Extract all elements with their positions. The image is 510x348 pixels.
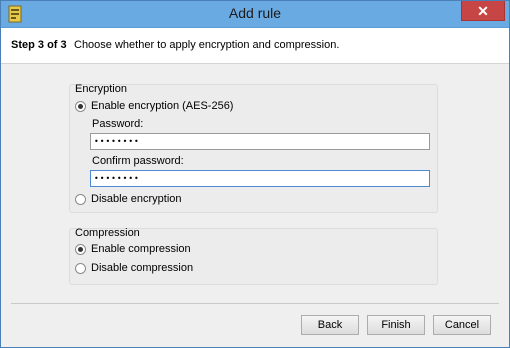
confirm-password-label: Confirm password: bbox=[92, 155, 184, 167]
enable-compression-radio[interactable] bbox=[75, 243, 86, 255]
enable-encryption-radio-row[interactable]: Enable encryption (AES-256) bbox=[75, 99, 233, 113]
add-rule-dialog: Add rule ✕ Step 3 of 3 Choose whether to… bbox=[0, 0, 510, 348]
enable-compression-radio-row[interactable]: Enable compression bbox=[75, 242, 191, 256]
window-title: Add rule bbox=[228, 5, 282, 21]
disable-encryption-label: Disable encryption bbox=[91, 193, 182, 205]
wizard-header: Step 3 of 3 Choose whether to apply encr… bbox=[1, 28, 509, 63]
header-divider bbox=[1, 63, 509, 64]
title-bar[interactable]: Add rule ✕ bbox=[1, 1, 509, 28]
enable-compression-label: Enable compression bbox=[91, 243, 191, 255]
step-description: Choose whether to apply encryption and c… bbox=[74, 39, 340, 51]
close-icon: ✕ bbox=[477, 3, 489, 19]
compression-group-title: Compression bbox=[75, 227, 140, 239]
back-button[interactable]: Back bbox=[301, 315, 359, 335]
disable-compression-radio-row[interactable]: Disable compression bbox=[75, 261, 193, 275]
confirm-password-field[interactable]: •••••••• bbox=[90, 170, 430, 187]
disable-encryption-radio-row[interactable]: Disable encryption bbox=[75, 192, 182, 206]
encryption-group: Encryption Enable encryption (AES-256) P… bbox=[69, 83, 438, 213]
finish-button[interactable]: Finish bbox=[367, 315, 425, 335]
disable-compression-label: Disable compression bbox=[91, 262, 194, 274]
disable-compression-radio[interactable] bbox=[75, 262, 86, 274]
enable-encryption-radio[interactable] bbox=[75, 100, 86, 112]
cancel-button[interactable]: Cancel bbox=[433, 315, 491, 335]
disable-encryption-radio[interactable] bbox=[75, 193, 86, 205]
step-indicator: Step 3 of 3 bbox=[11, 39, 67, 51]
enable-encryption-label: Enable encryption (AES-256) bbox=[91, 100, 234, 112]
password-field[interactable]: •••••••• bbox=[90, 133, 430, 150]
footer-divider bbox=[11, 303, 499, 304]
compression-group: Compression Enable compression Disable c… bbox=[69, 227, 438, 285]
encryption-group-title: Encryption bbox=[75, 83, 127, 95]
close-button[interactable]: ✕ bbox=[461, 1, 505, 21]
password-label: Password: bbox=[92, 118, 144, 130]
